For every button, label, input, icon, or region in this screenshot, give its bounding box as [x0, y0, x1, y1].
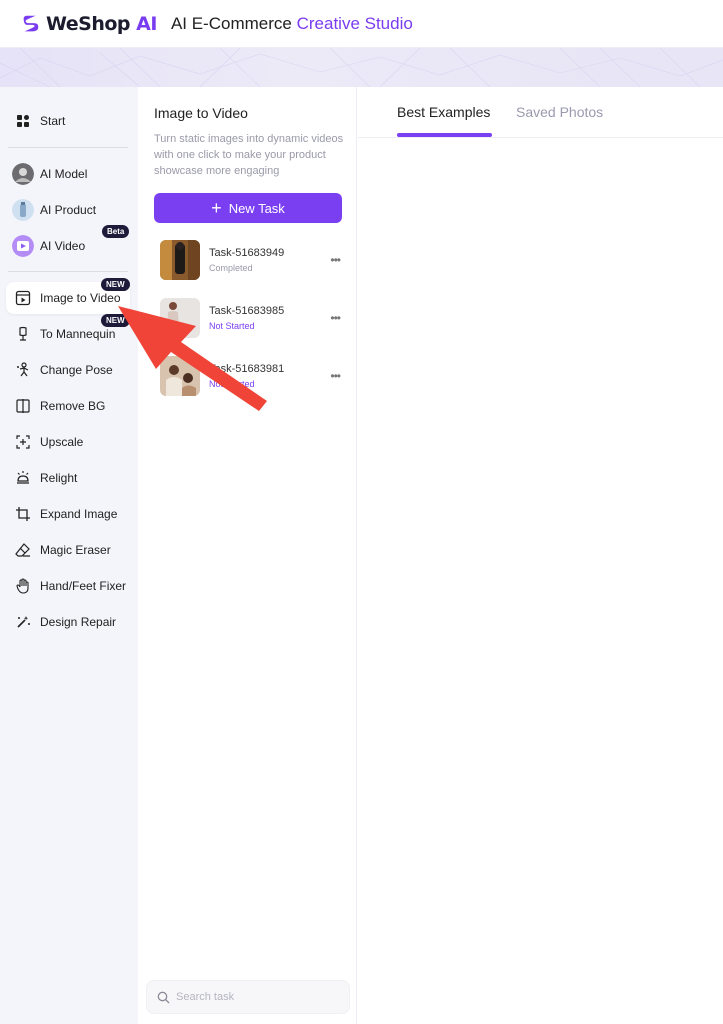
panel-description: Turn static images into dynamic videos w…: [154, 133, 344, 177]
plus-icon: +: [211, 198, 222, 218]
app-header: WeShop AI AI E-Commerce Creative Studio: [0, 0, 723, 48]
sidebar-item-label: AI Video: [40, 239, 86, 253]
tab-bar: Best Examples Saved Photos: [358, 87, 723, 138]
panel-title: Image to Video: [154, 105, 248, 121]
sidebar-item-upscale[interactable]: Upscale: [6, 426, 130, 458]
video-app-icon: [12, 235, 34, 257]
tab-best-examples[interactable]: Best Examples: [397, 104, 490, 120]
hand-icon: [12, 575, 34, 597]
sidebar-item-relight[interactable]: Relight: [6, 462, 130, 494]
grid-icon: [12, 110, 34, 132]
sidebar-item-label: Expand Image: [40, 507, 118, 521]
sidebar-item-ai-product[interactable]: AI Product: [6, 194, 130, 226]
more-options-icon[interactable]: •••: [330, 369, 341, 383]
logo-text: WeShop: [46, 12, 131, 35]
task-status: Completed: [209, 263, 253, 273]
ai-product-avatar-icon: [12, 199, 34, 221]
header-title-prefix: AI E-Commerce: [170, 13, 292, 33]
task-status: Not Started: [209, 379, 255, 389]
sidebar-item-start[interactable]: Start: [6, 105, 130, 137]
magic-wand-icon: [12, 611, 34, 633]
sidebar-item-magic-eraser[interactable]: Magic Eraser: [6, 534, 130, 566]
logo-ai-text: AI: [136, 12, 157, 35]
sidebar: Start AI Model AI Product AI Video Beta …: [0, 87, 138, 1024]
header-title-accent: Creative Studio: [296, 13, 413, 33]
page-header-title: AI E-Commerce Creative Studio: [171, 14, 413, 34]
sidebar-item-label: AI Model: [40, 167, 88, 181]
sidebar-item-remove-bg[interactable]: Remove BG: [6, 390, 130, 422]
sidebar-item-label: Magic Eraser: [40, 543, 111, 557]
sidebar-item-label: AI Product: [40, 203, 97, 217]
sidebar-item-label: Relight: [40, 471, 78, 485]
task-status: Not Started: [209, 321, 255, 331]
task-name: Task-51683981: [209, 363, 285, 375]
eraser-icon: [12, 539, 34, 561]
sidebar-item-label: Image to Video: [40, 291, 121, 305]
active-tab-indicator: [397, 133, 492, 137]
remove-bg-icon: [12, 395, 34, 417]
task-item[interactable]: Task-51683985 Not Started •••: [160, 297, 341, 339]
sidebar-divider: [8, 271, 128, 272]
ai-model-avatar-icon: [12, 163, 34, 185]
beta-badge: Beta: [102, 225, 130, 238]
mannequin-icon: [12, 323, 34, 345]
tab-saved-photos[interactable]: Saved Photos: [516, 104, 603, 120]
sidebar-item-label: Start: [40, 114, 66, 128]
search-task-input[interactable]: [176, 991, 336, 1003]
task-item[interactable]: Task-51683981 Not Started •••: [160, 355, 341, 397]
logo-icon: [23, 15, 39, 31]
crop-icon: [12, 503, 34, 525]
task-name: Task-51683985: [209, 305, 285, 317]
task-name: Task-51683949: [209, 247, 285, 259]
new-task-label: New Task: [228, 200, 285, 216]
sidebar-item-label: Design Repair: [40, 615, 117, 629]
task-item[interactable]: Task-51683949 Completed •••: [160, 239, 341, 281]
sidebar-item-label: Hand/Feet Fixer: [40, 579, 127, 593]
new-task-button[interactable]: + New Task: [154, 193, 342, 223]
search-task-box[interactable]: [146, 980, 350, 1014]
sidebar-item-design-repair[interactable]: Design Repair: [6, 606, 130, 638]
task-thumbnail: [160, 356, 200, 396]
task-panel: Image to Video Turn static images into d…: [138, 87, 357, 1024]
decorative-banner: [0, 48, 723, 87]
more-options-icon[interactable]: •••: [330, 311, 341, 325]
new-badge: NEW: [101, 278, 130, 291]
sidebar-item-label: To Mannequin: [40, 327, 116, 341]
upscale-icon: [12, 431, 34, 453]
task-thumbnail: [160, 240, 200, 280]
sidebar-item-ai-model[interactable]: AI Model: [6, 158, 130, 190]
banner-pattern: [0, 48, 723, 87]
sidebar-item-hand-feet-fixer[interactable]: Hand/Feet Fixer: [6, 570, 130, 602]
search-icon: [157, 991, 170, 1003]
task-thumbnail: [160, 298, 200, 338]
lamp-icon: [12, 467, 34, 489]
sidebar-item-label: Remove BG: [40, 399, 106, 413]
sidebar-item-change-pose[interactable]: Change Pose: [6, 354, 130, 386]
weshop-logo[interactable]: WeShop AI: [20, 13, 157, 35]
pose-icon: [12, 359, 34, 381]
main-content: Best Examples Saved Photos: [358, 87, 723, 1024]
sidebar-item-label: Upscale: [40, 435, 84, 449]
more-options-icon[interactable]: •••: [330, 253, 341, 267]
sidebar-divider: [8, 147, 128, 148]
sidebar-item-expand-image[interactable]: Expand Image: [6, 498, 130, 530]
sidebar-item-label: Change Pose: [40, 363, 113, 377]
image-video-icon: [12, 287, 34, 309]
new-badge: NEW: [101, 314, 130, 327]
